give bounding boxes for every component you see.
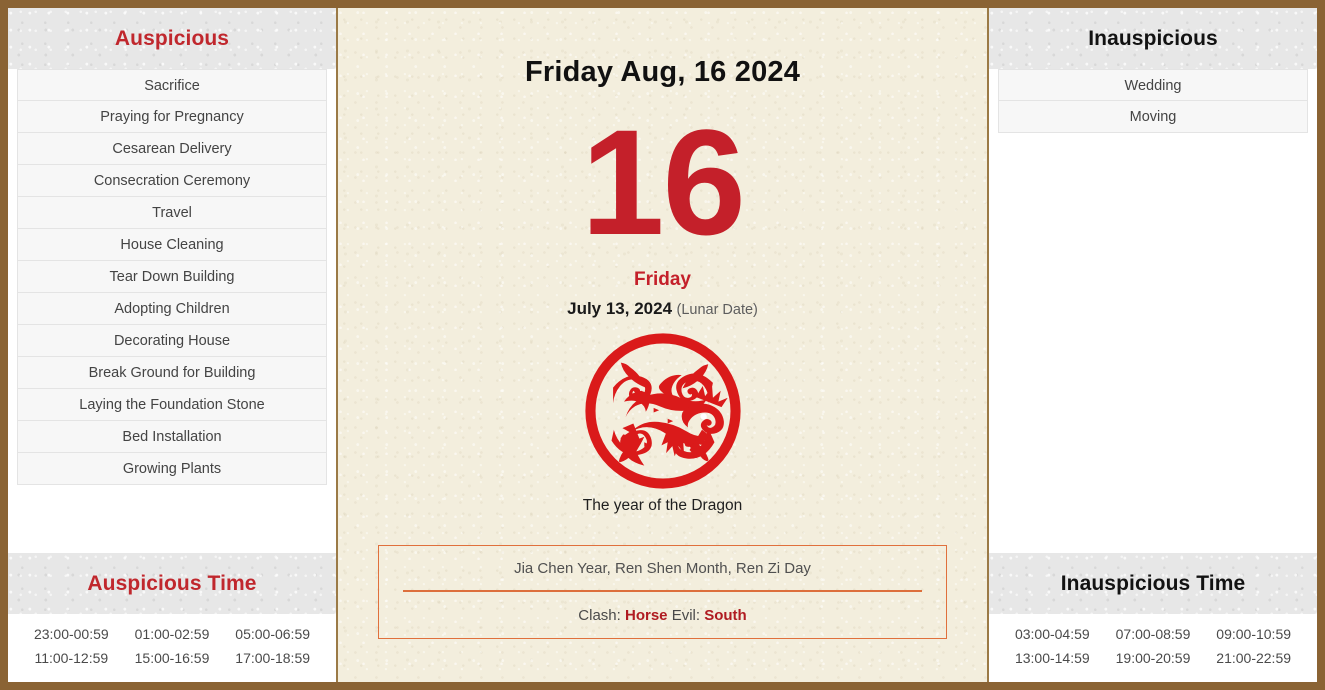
list-item[interactable]: Moving	[998, 101, 1308, 133]
inauspicious-header: Inauspicious	[989, 8, 1317, 69]
list-item[interactable]: Laying the Foundation Stone	[17, 389, 327, 421]
clash-evil-row: Clash: Horse Evil: South	[403, 592, 922, 624]
evil-value: South	[704, 607, 747, 624]
time-slot: 13:00-14:59	[1014, 650, 1090, 666]
time-slot: 15:00-16:59	[134, 650, 210, 666]
clash-label: Clash:	[578, 607, 621, 624]
time-slot: 01:00-02:59	[134, 626, 210, 642]
lunar-date-row: July 13, 2024 (Lunar Date)	[567, 299, 758, 319]
time-slot: 19:00-20:59	[1115, 650, 1191, 666]
ganzhi-info-box: Jia Chen Year, Ren Shen Month, Ren Zi Da…	[378, 545, 947, 639]
day-number: 16	[581, 98, 746, 266]
list-item[interactable]: House Cleaning	[17, 229, 327, 261]
time-slot: 09:00-10:59	[1216, 626, 1292, 642]
zodiac-caption: The year of the Dragon	[582, 497, 743, 514]
auspicious-panel: Auspicious Sacrifice Praying for Pregnan…	[8, 8, 338, 682]
list-item[interactable]: Cesarean Delivery	[17, 133, 327, 165]
list-item[interactable]: Consecration Ceremony	[17, 165, 327, 197]
clash-value: Horse	[624, 607, 668, 624]
time-slot: 17:00-18:59	[235, 650, 311, 666]
time-slot: 11:00-12:59	[34, 650, 109, 666]
list-item[interactable]: Praying for Pregnancy	[17, 101, 327, 133]
time-slot: 21:00-22:59	[1216, 650, 1292, 666]
list-item[interactable]: Bed Installation	[17, 421, 327, 453]
weekday-label: Friday	[633, 269, 692, 290]
auspicious-header: Auspicious	[8, 8, 336, 69]
date-panel: Friday Aug, 16 2024 16 Friday July 13, 2…	[338, 8, 987, 682]
time-slot: 03:00-04:59	[1014, 626, 1090, 642]
inauspicious-time-section: Inauspicious Time 03:00-04:59 07:00-08:5…	[989, 553, 1317, 682]
inauspicious-time-header: Inauspicious Time	[989, 553, 1317, 614]
auspicious-item-list: Sacrifice Praying for Pregnancy Cesarean…	[8, 69, 336, 485]
gregorian-date: Friday Aug, 16 2024	[524, 56, 801, 88]
auspicious-list-section: Auspicious Sacrifice Praying for Pregnan…	[8, 8, 336, 553]
list-item[interactable]: Adopting Children	[17, 293, 327, 325]
evil-label: Evil:	[671, 607, 701, 624]
lunar-date-tag: (Lunar Date)	[676, 302, 758, 318]
inauspicious-item-list: Wedding Moving	[989, 69, 1317, 133]
almanac-page: Auspicious Sacrifice Praying for Pregnan…	[0, 0, 1325, 690]
ganzhi-text: Jia Chen Year, Ren Shen Month, Ren Zi Da…	[403, 560, 922, 592]
list-item[interactable]: Tear Down Building	[17, 261, 327, 293]
time-slot: 23:00-00:59	[33, 626, 109, 642]
inauspicious-panel: Inauspicious Wedding Moving Inauspicious…	[987, 8, 1317, 682]
auspicious-time-block: 23:00-00:59 01:00-02:59 05:00-06:59 11:0…	[8, 614, 336, 682]
auspicious-time-section: Auspicious Time 23:00-00:59 01:00-02:59 …	[8, 553, 336, 682]
time-slot: 07:00-08:59	[1115, 626, 1191, 642]
list-item[interactable]: Growing Plants	[17, 453, 327, 485]
dragon-papercut-icon	[584, 333, 741, 489]
zodiac-section: The year of the Dragon	[583, 333, 742, 515]
list-item[interactable]: Sacrifice	[17, 69, 327, 101]
inauspicious-time-grid: 03:00-04:59 07:00-08:59 09:00-10:59 13:0…	[1003, 626, 1303, 666]
list-item[interactable]: Break Ground for Building	[17, 357, 327, 389]
auspicious-time-grid: 23:00-00:59 01:00-02:59 05:00-06:59 11:0…	[22, 626, 322, 666]
time-slot: 05:00-06:59	[235, 626, 311, 642]
auspicious-time-header: Auspicious Time	[8, 553, 336, 614]
lunar-date: July 13, 2024	[567, 299, 673, 318]
list-item[interactable]: Travel	[17, 197, 327, 229]
list-item[interactable]: Decorating House	[17, 325, 327, 357]
inauspicious-time-block: 03:00-04:59 07:00-08:59 09:00-10:59 13:0…	[989, 614, 1317, 682]
inauspicious-list-section: Inauspicious Wedding Moving	[989, 8, 1317, 553]
list-item[interactable]: Wedding	[998, 69, 1308, 101]
